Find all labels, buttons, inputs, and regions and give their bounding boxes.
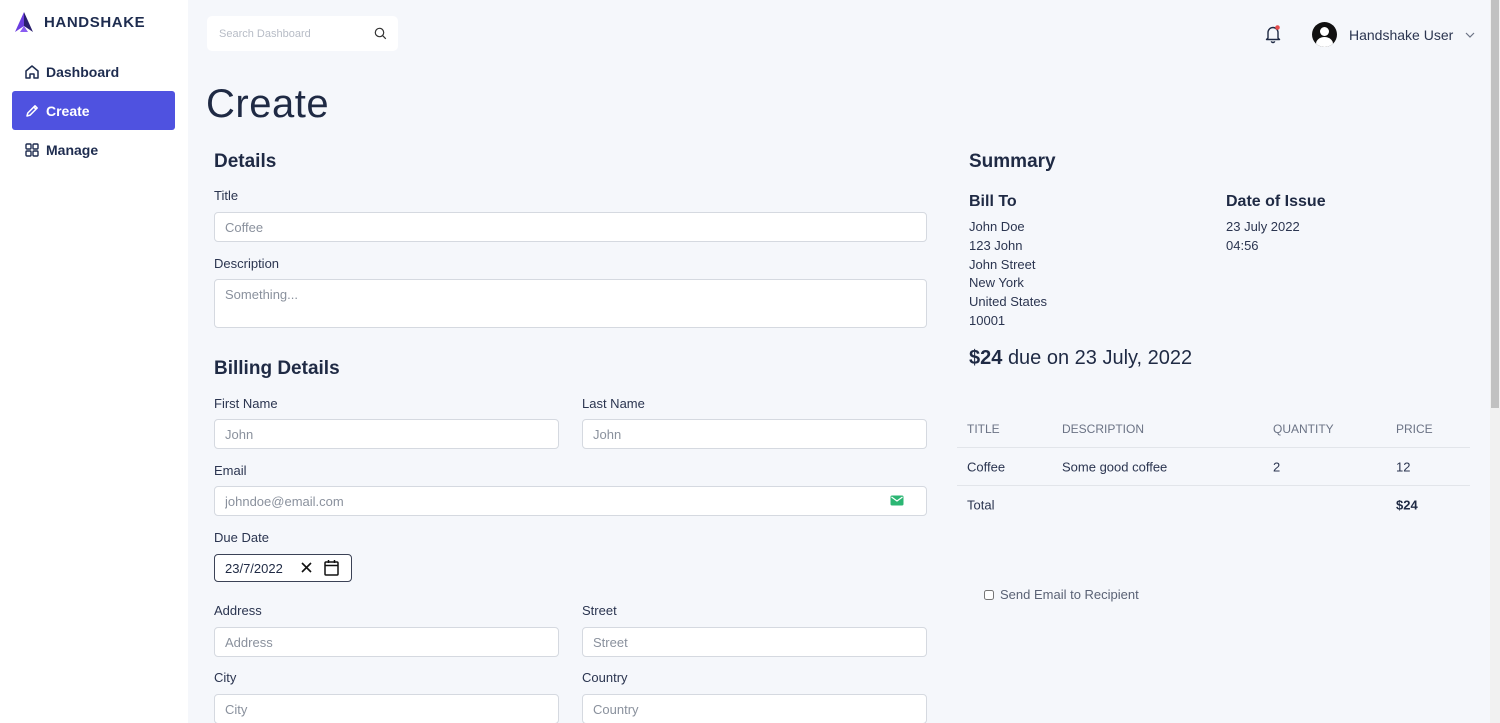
address-input[interactable] bbox=[214, 627, 559, 657]
due-amount: $24 bbox=[969, 347, 1003, 369]
due-date-label: Due Date bbox=[214, 530, 269, 545]
address-line: John Doe bbox=[969, 219, 1025, 234]
due-date-value: 23/7/2022 bbox=[225, 560, 283, 576]
address-line: 123 John bbox=[969, 237, 1023, 253]
bell-icon[interactable] bbox=[1264, 24, 1282, 44]
billing-heading: Billing Details bbox=[214, 358, 340, 379]
city-input[interactable] bbox=[214, 694, 559, 723]
address-line: John Street bbox=[969, 256, 1036, 272]
column-header-description: DESCRIPTION bbox=[1062, 421, 1145, 436]
avatar bbox=[1312, 22, 1337, 47]
sidebar-item-label: Dashboard bbox=[46, 63, 120, 80]
column-header-title: TITLE bbox=[967, 421, 1000, 436]
handshake-logo-icon bbox=[15, 12, 33, 32]
table-total-row: Total $24 bbox=[957, 486, 1470, 524]
search-box bbox=[207, 16, 398, 51]
address-line: 10001 bbox=[969, 312, 1006, 328]
scrollbar[interactable] bbox=[1490, 0, 1500, 723]
app-name: HANDSHAKE bbox=[44, 13, 146, 31]
first-name-input[interactable] bbox=[214, 419, 559, 449]
street-label: Street bbox=[582, 603, 617, 618]
sidebar-item-create[interactable]: Create bbox=[12, 91, 175, 130]
street-input[interactable] bbox=[582, 627, 927, 657]
send-email-option[interactable]: Send Email to Recipient bbox=[984, 587, 1139, 602]
address-line: New York bbox=[969, 275, 1024, 291]
last-name-label: Last Name bbox=[582, 396, 645, 411]
send-email-checkbox[interactable] bbox=[984, 589, 994, 600]
last-name-input[interactable] bbox=[582, 419, 927, 449]
chevron-down-icon bbox=[1465, 32, 1475, 38]
items-table: TITLE DESCRIPTION QUANTITY PRICE Coffee … bbox=[957, 410, 1470, 524]
address-line: United States bbox=[969, 294, 1048, 310]
sidebar-item-dashboard[interactable]: Dashboard bbox=[12, 52, 175, 91]
due-text: due on 23 July, 2022 bbox=[1007, 347, 1193, 369]
search-input[interactable] bbox=[219, 27, 369, 40]
row-description: Some good coffee bbox=[1062, 459, 1168, 474]
due-summary: $24 due on 23 July, 2022 bbox=[969, 347, 1192, 370]
page-title: Create bbox=[206, 82, 330, 126]
date-of-issue-heading: Date of Issue bbox=[1226, 193, 1326, 210]
envelope-icon bbox=[890, 495, 904, 506]
details-heading: Details bbox=[214, 151, 277, 172]
title-label: Title bbox=[214, 188, 239, 203]
user-menu[interactable]: Handshake User bbox=[1312, 22, 1475, 47]
search-icon[interactable] bbox=[374, 27, 387, 40]
table-header-row: TITLE DESCRIPTION QUANTITY PRICE bbox=[957, 410, 1470, 448]
bill-to-heading: Bill To bbox=[969, 193, 1017, 210]
table-row: Coffee Some good coffee 2 12 bbox=[957, 448, 1470, 486]
title-input[interactable] bbox=[214, 212, 927, 242]
send-email-label: Send Email to Recipient bbox=[1000, 587, 1139, 602]
email-label: Email bbox=[214, 463, 247, 478]
total-value: $24 bbox=[1396, 497, 1418, 513]
row-quantity: 2 bbox=[1273, 459, 1281, 474]
home-icon bbox=[25, 64, 39, 79]
scrollbar-thumb[interactable] bbox=[1491, 0, 1499, 408]
description-label: Description bbox=[214, 256, 280, 271]
row-title: Coffee bbox=[967, 459, 1006, 474]
column-header-price: PRICE bbox=[1396, 421, 1433, 436]
country-input[interactable] bbox=[582, 694, 927, 723]
sidebar-item-label: Create bbox=[46, 102, 90, 119]
row-price: 12 bbox=[1396, 459, 1411, 474]
clear-date-icon[interactable] bbox=[300, 561, 313, 574]
issue-date: 23 July 2022 bbox=[1226, 219, 1300, 234]
column-header-quantity: QUANTITY bbox=[1273, 421, 1334, 436]
first-name-label: First Name bbox=[214, 396, 278, 411]
user-name: Handshake User bbox=[1349, 26, 1454, 43]
country-label: Country bbox=[582, 670, 628, 685]
issue-time: 04:56 bbox=[1226, 237, 1259, 253]
sidebar-item-manage[interactable]: Manage bbox=[12, 130, 175, 169]
date-of-issue: 23 July 2022 04:56 bbox=[1226, 218, 1300, 256]
city-label: City bbox=[214, 670, 237, 685]
email-input[interactable] bbox=[214, 486, 927, 516]
calendar-icon[interactable] bbox=[324, 559, 339, 576]
sidebar-item-label: Manage bbox=[46, 141, 99, 158]
sidebar: HANDSHAKE Dashboard Create Manage bbox=[0, 0, 188, 723]
total-label: Total bbox=[967, 497, 995, 513]
pencil-icon bbox=[26, 104, 38, 117]
logo[interactable]: HANDSHAKE bbox=[14, 10, 145, 34]
description-input[interactable] bbox=[214, 279, 927, 328]
address-label: Address bbox=[214, 603, 262, 618]
grid-icon bbox=[25, 142, 39, 157]
summary-heading: Summary bbox=[969, 151, 1056, 172]
bill-to-address: John Doe 123 John John Street New York U… bbox=[969, 218, 1047, 331]
